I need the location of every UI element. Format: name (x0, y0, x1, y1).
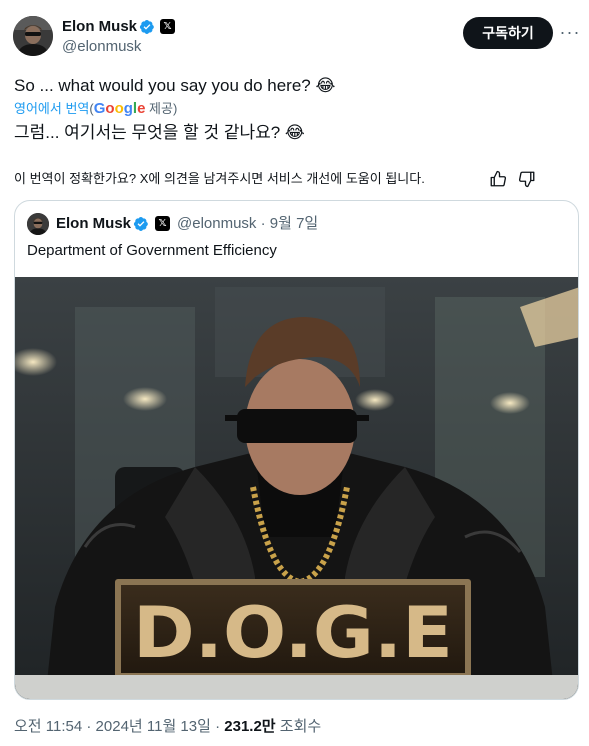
quoted-verified-badge-icon (133, 217, 148, 231)
thumbs-down-icon[interactable] (518, 170, 536, 188)
translate-suffix: 제공) (145, 101, 178, 116)
author-avatar[interactable] (13, 16, 53, 56)
quoted-meta: @elonmusk · 9월 7일 (177, 215, 318, 233)
tweet-date[interactable]: 2024년 11월 13일 (96, 718, 211, 735)
google-logo: Google (94, 100, 146, 117)
quoted-tweet-image[interactable]: D.O.G.E (15, 277, 578, 699)
tweet-time[interactable]: 오전 11:54 (14, 718, 82, 735)
sign-text: D.O.G.E (133, 592, 453, 674)
translated-text: 그럼... 여기서는 무엇을 할 것 같나요? 😂 (14, 123, 305, 142)
quoted-handle: @elonmusk (177, 215, 257, 232)
footer-sep-1: · (86, 718, 92, 735)
x-logo-icon[interactable]: 𝕏 (160, 19, 175, 34)
tweet-footer: 오전 11:54 · 2024년 11월 13일 · 231.2만 조회수 (14, 717, 321, 737)
show-original-link[interactable]: 영어에서 번역 (14, 101, 89, 116)
quoted-separator: · (260, 215, 266, 232)
quoted-tweet-text: Department of Government Efficiency (27, 242, 277, 259)
google-o2: o (114, 100, 124, 117)
google-g: G (93, 100, 106, 117)
quoted-author-avatar (27, 213, 49, 235)
quoted-date: 9월 7일 (269, 215, 319, 232)
views-label: 조회수 (279, 718, 322, 735)
tweet-text: So ... what would you say you do here? 😂 (14, 76, 336, 95)
avatar-image (13, 16, 53, 56)
translation-feedback-prompt: 이 번역이 정확한가요? X에 의견을 남겨주시면 서비스 개선에 도움이 됩니… (14, 171, 425, 186)
more-options-icon[interactable]: ··· (558, 20, 582, 44)
google-g2: g (123, 100, 133, 117)
footer-sep-2: · (215, 718, 221, 735)
thumbs-up-icon[interactable] (489, 170, 507, 188)
translation-attribution: 영어에서 번역(Google 제공) (14, 100, 177, 118)
quoted-tweet-card[interactable]: Elon Musk 𝕏 @elonmusk · 9월 7일 Department… (14, 200, 579, 700)
views-count: 231.2만 (224, 718, 276, 735)
google-o1: o (105, 100, 115, 117)
author-handle[interactable]: @elonmusk (62, 38, 141, 56)
author-display-name[interactable]: Elon Musk (62, 18, 137, 36)
subscribe-button[interactable]: 구독하기 (463, 17, 553, 49)
quoted-author-name: Elon Musk (56, 215, 132, 232)
doge-photo: D.O.G.E (15, 277, 578, 699)
quoted-avatar-image (27, 213, 49, 235)
verified-badge-icon[interactable] (139, 19, 155, 35)
quoted-x-logo-icon: 𝕏 (155, 216, 170, 231)
